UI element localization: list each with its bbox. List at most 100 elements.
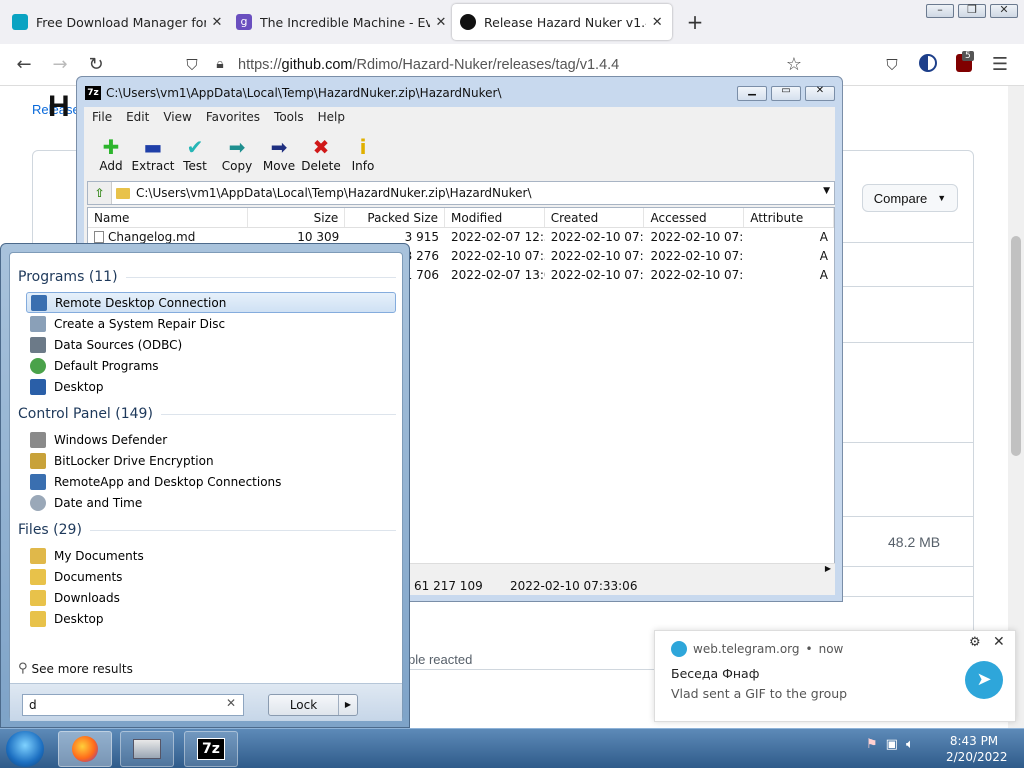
info-button[interactable]: i Info (342, 135, 384, 177)
menu-help[interactable]: Help (318, 110, 345, 124)
firefox-icon (72, 736, 98, 762)
url-bar[interactable]: https://github.com/Rdimo/Hazard-Nuker/re… (238, 57, 619, 73)
result-create-system-repair-disc[interactable]: Create a System Repair Disc (26, 313, 396, 334)
notification-body: Vlad sent a GIF to the group (671, 686, 848, 701)
start-search-input[interactable]: d (22, 694, 244, 716)
lock-button[interactable]: Lock ▶ (268, 694, 358, 716)
group-programs[interactable]: Programs (11) (18, 269, 396, 285)
compare-button[interactable]: Compare ▼ (862, 184, 958, 212)
release-title: H (48, 90, 70, 123)
result-documents[interactable]: Documents (26, 566, 396, 587)
volume-icon[interactable]: 🔈︎ (906, 737, 914, 752)
extension-icon[interactable] (916, 54, 940, 77)
7zip-icon: 7z (85, 86, 101, 100)
result-date-and-time[interactable]: Date and Time (26, 492, 396, 513)
search-results-pane: Programs (11) Remote Desktop Connection … (9, 252, 403, 721)
close-tab-icon[interactable]: ✕ (650, 15, 664, 30)
system-clock[interactable]: 8:43 PM 2/20/2022 (946, 733, 1008, 765)
column-size[interactable]: Size (248, 208, 346, 227)
menu-icon[interactable]: ☰ (988, 54, 1012, 75)
asset-size: 48.2 MB (888, 534, 941, 550)
gear-icon[interactable]: ⚙ (969, 635, 981, 650)
pocket-icon[interactable]: ⛉ (880, 56, 904, 74)
bookmark-star-icon[interactable]: ☆ (782, 54, 806, 75)
tab-title: The Incredible Machine - Even Ma (260, 14, 430, 30)
result-my-documents[interactable]: My Documents (26, 545, 396, 566)
see-more-results-link[interactable]: ⚲ See more results (18, 661, 133, 676)
column-created[interactable]: Created (545, 208, 645, 227)
group-files[interactable]: Files (29) (18, 522, 396, 538)
clear-search-icon[interactable]: ✕ (226, 696, 236, 710)
close-tab-icon[interactable]: ✕ (434, 15, 448, 30)
close-icon[interactable]: ✕ (993, 634, 1005, 650)
column-modified[interactable]: Modified (445, 208, 545, 227)
menu-tools[interactable]: Tools (274, 110, 304, 124)
up-folder-icon[interactable]: ⇧ (88, 182, 112, 204)
reload-icon[interactable]: ↻ (84, 54, 108, 75)
copy-button[interactable]: ➡ Copy (216, 135, 258, 177)
tab-hazard-nuker-release[interactable]: Release Hazard Nuker v1.4.4 · Rd ✕ (452, 4, 672, 40)
chevron-down-icon[interactable]: ▼ (823, 186, 830, 196)
network-icon[interactable]: ▣ (886, 737, 898, 752)
scrollbar-thumb[interactable] (1011, 236, 1021, 456)
delete-x-icon: ✖ (312, 135, 330, 159)
telegram-notification[interactable]: web.telegram.org • now ⚙ ✕ Беседа Фнаф V… (654, 630, 1016, 722)
telegram-logo-icon: ➤ (965, 661, 1003, 699)
new-tab-button[interactable]: + (684, 10, 706, 34)
menu-edit[interactable]: Edit (126, 110, 149, 124)
result-desktop-folder[interactable]: Desktop (26, 608, 396, 629)
close-window-button[interactable]: ✕ (990, 3, 1018, 18)
tab-incredible-machine[interactable]: g The Incredible Machine - Even Ma ✕ (228, 4, 456, 40)
tab-free-download-manager[interactable]: Free Download Manager for Wi ✕ (4, 4, 232, 40)
remoteapp-icon (30, 473, 46, 490)
forward-arrow-icon[interactable]: → (48, 54, 72, 75)
taskbar-7zip[interactable]: 7z (184, 731, 238, 767)
result-windows-defender[interactable]: Windows Defender (26, 429, 396, 450)
minimize-button[interactable]: – (926, 3, 954, 18)
start-search-row: d ✕ Lock ▶ (10, 683, 402, 721)
column-accessed[interactable]: Accessed (644, 208, 745, 227)
column-packed-size[interactable]: Packed Size (345, 208, 446, 227)
back-arrow-icon[interactable]: ← (12, 54, 36, 75)
group-control-panel[interactable]: Control Panel (149) (18, 406, 396, 422)
chevron-right-icon[interactable]: ▶ (339, 695, 357, 715)
7zip-address-bar[interactable]: ⇧ C:\Users\vm1\AppData\Local\Temp\Hazard… (87, 181, 835, 205)
address-path: C:\Users\vm1\AppData\Local\Temp\HazardNu… (136, 186, 532, 200)
extract-button[interactable]: ▬ Extract (132, 135, 175, 177)
result-downloads[interactable]: Downloads (26, 587, 396, 608)
result-data-sources-odbc[interactable]: Data Sources (ODBC) (26, 334, 396, 355)
menu-favorites[interactable]: Favorites (206, 110, 260, 124)
result-remote-desktop-connection[interactable]: Remote Desktop Connection (26, 292, 396, 313)
menu-file[interactable]: File (92, 110, 112, 124)
delete-button[interactable]: ✖ Delete (300, 135, 342, 177)
add-button[interactable]: ✚ Add (90, 135, 132, 177)
start-button[interactable] (6, 731, 44, 767)
minus-icon: ▬ (143, 135, 163, 159)
taskbar-firefox[interactable] (58, 731, 112, 767)
column-name[interactable]: Name (88, 208, 248, 227)
action-center-flag-icon[interactable]: ⚑ (866, 737, 878, 752)
7zip-maximize-button[interactable]: ▭ (771, 85, 801, 101)
close-tab-icon[interactable]: ✕ (210, 15, 224, 30)
result-remoteapp[interactable]: RemoteApp and Desktop Connections (26, 471, 396, 492)
taskbar-explorer[interactable] (120, 731, 174, 767)
result-desktop-program[interactable]: Desktop (26, 376, 396, 397)
check-icon: ✔ (186, 135, 204, 159)
7zip-minimize-button[interactable]: ▁ (737, 85, 767, 101)
result-bitlocker[interactable]: BitLocker Drive Encryption (26, 450, 396, 471)
result-default-programs[interactable]: Default Programs (26, 355, 396, 376)
menu-view[interactable]: View (163, 110, 191, 124)
start-menu: Programs (11) Remote Desktop Connection … (0, 243, 410, 728)
chevron-down-icon: ▼ (937, 193, 947, 203)
shield-icon[interactable]: ⛉ (180, 56, 204, 74)
lock-icon[interactable]: 🔒︎ (208, 56, 232, 72)
7zip-close-button[interactable]: ✕ (805, 85, 835, 101)
test-button[interactable]: ✔ Test (174, 135, 216, 177)
default-programs-icon (30, 357, 46, 374)
info-icon: i (359, 135, 367, 159)
system-tray: ⚑ ▣ 🔈︎ (866, 737, 914, 752)
move-button[interactable]: ➡ Move (258, 135, 300, 177)
maximize-button[interactable]: ❐ (958, 3, 986, 18)
plus-icon: ✚ (102, 135, 120, 159)
column-attributes[interactable]: Attribute (744, 208, 834, 227)
